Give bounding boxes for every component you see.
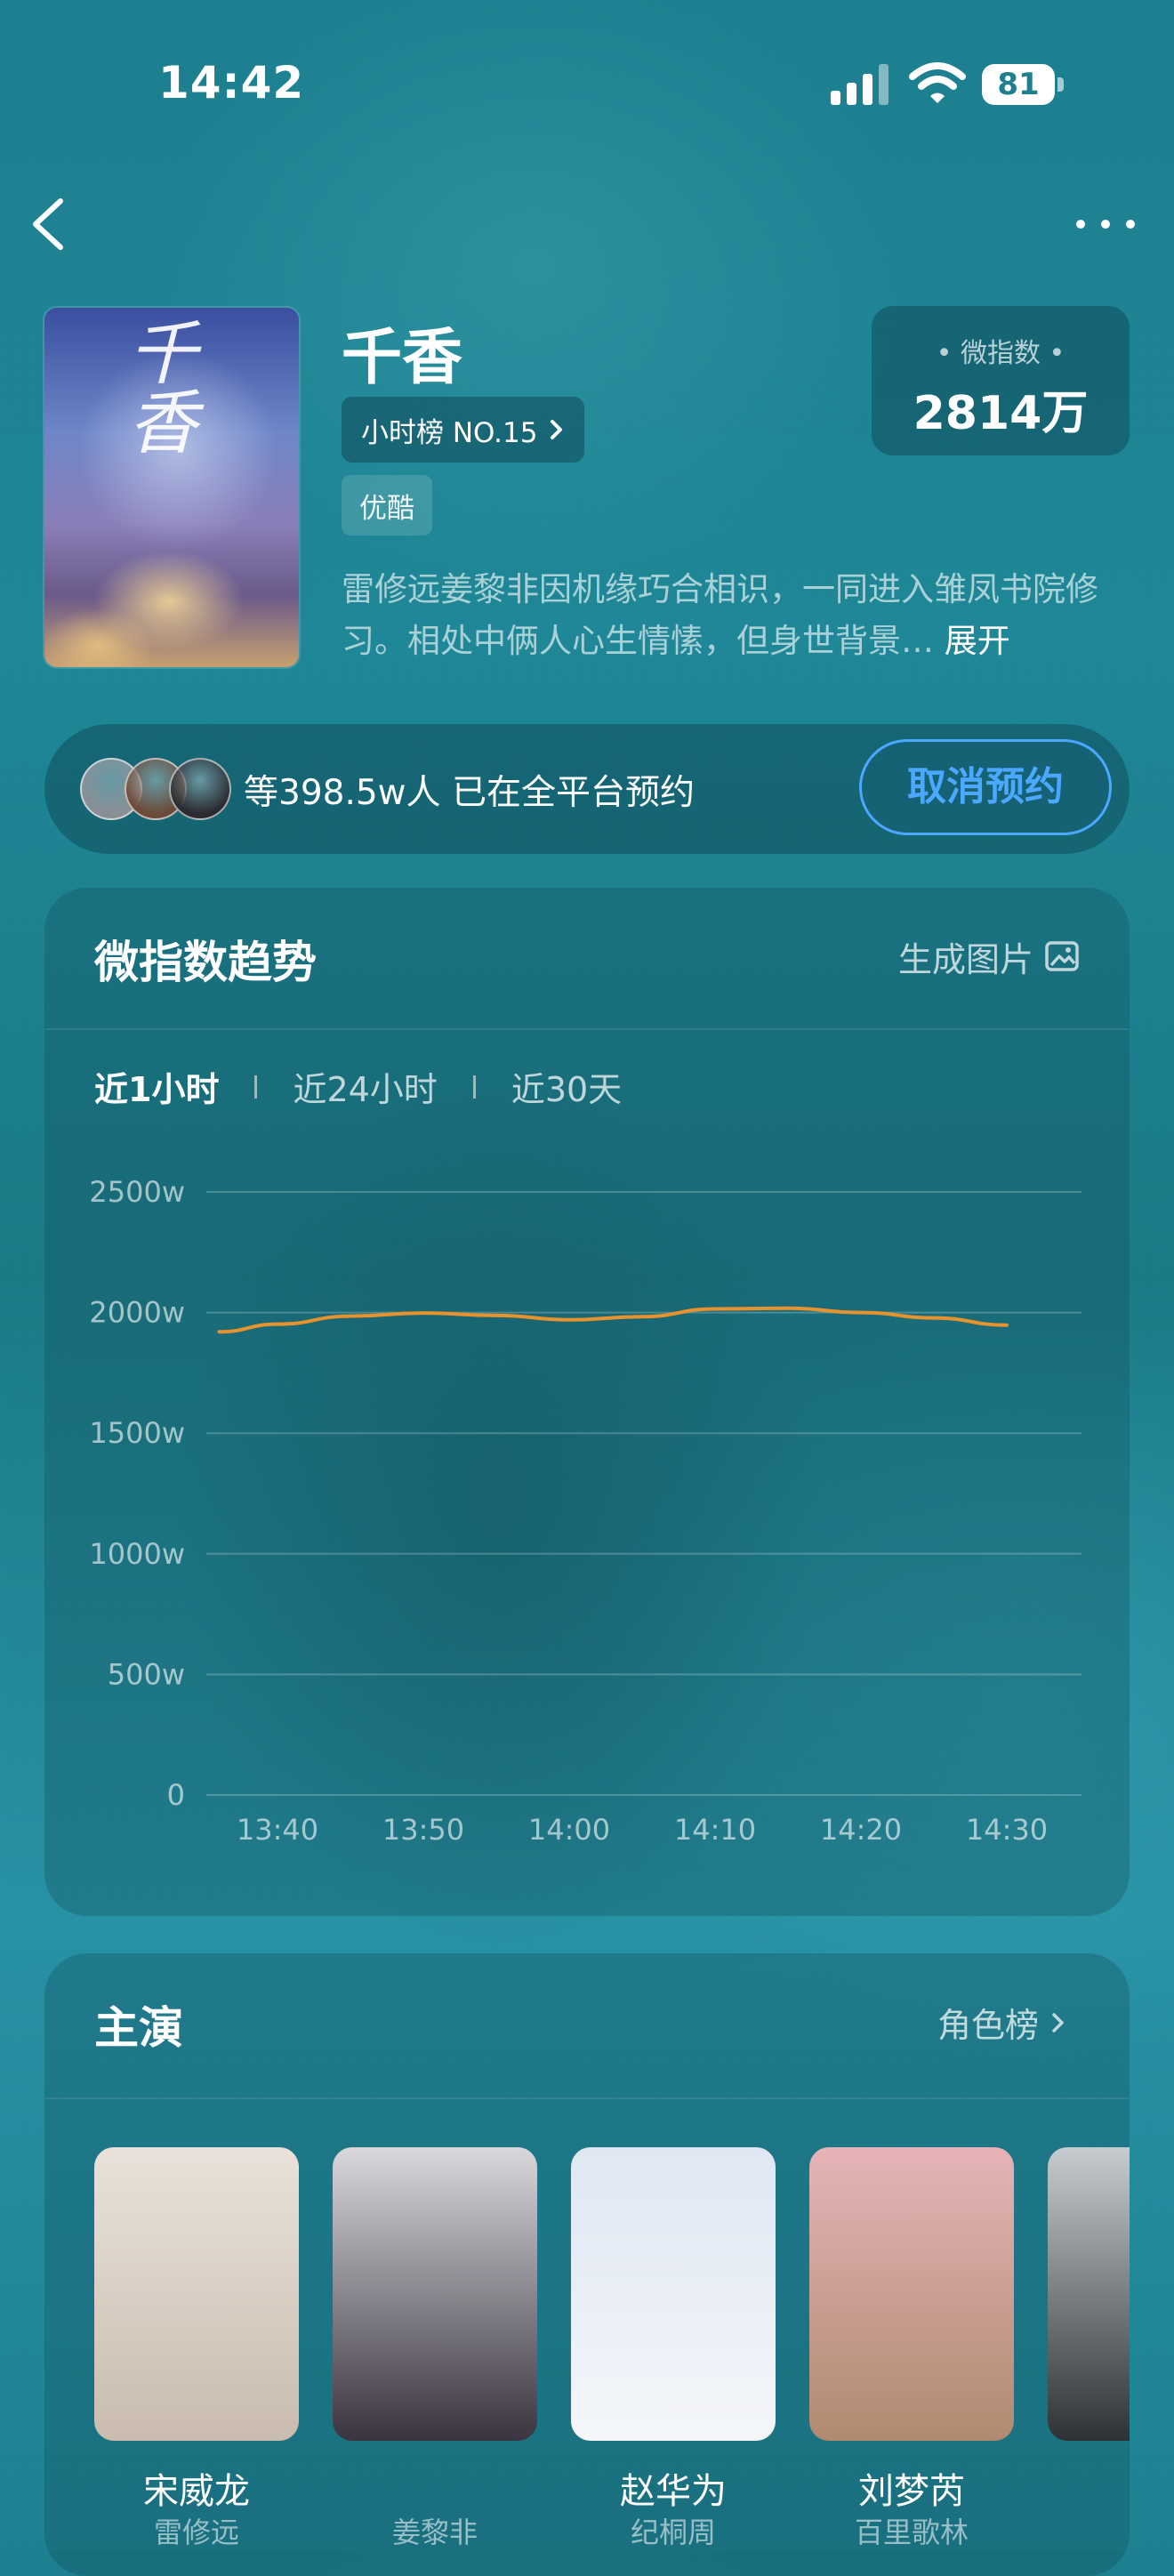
x-tick-label: 14:30 — [966, 1813, 1048, 1847]
show-title: 千香 — [342, 323, 463, 393]
x-tick-label: 14:10 — [674, 1813, 756, 1847]
generate-image-label: 生成图片 — [897, 940, 1033, 979]
cast-photo — [94, 2147, 299, 2441]
cast-name: 刘梦芮 — [858, 2471, 965, 2512]
back-icon[interactable] — [27, 196, 71, 253]
platform-tag: 优酷 — [342, 475, 432, 535]
cast-photo — [571, 2147, 776, 2441]
avatar — [169, 758, 231, 820]
x-tick-label: 13:50 — [382, 1813, 464, 1847]
time-range-tabs: 近1小时 近24小时 近30天 — [94, 1062, 622, 1111]
divider — [44, 2097, 1130, 2099]
cast-role: 百里歌林 — [854, 2516, 969, 2549]
x-tick-label: 13:40 — [237, 1813, 318, 1847]
cast-role: 纪桐周 — [630, 2516, 716, 2549]
cast-photo — [333, 2147, 537, 2441]
cast-name — [333, 2462, 537, 2507]
tab-divider — [254, 1075, 258, 1099]
cast-role: 雷修远 — [153, 2516, 239, 2549]
role-ranking-label: 角色榜 — [937, 2006, 1039, 2045]
cast-member[interactable]: 宋威龙 雷修远 — [94, 2147, 299, 2551]
cast-photo — [809, 2147, 1014, 2441]
battery-level: 81 — [997, 67, 1040, 102]
cast-member[interactable]: 刘梦芮 百里歌林 — [809, 2147, 1014, 2551]
trend-chart: 0 500w 1000w 1500w 2000w 2500w 13:40 13:50 14:00… — [89, 1175, 1082, 1847]
cast-member[interactable]: 赵华为 纪桐周 — [571, 2147, 776, 2551]
role-ranking-link[interactable]: 角色榜 — [937, 1998, 1065, 2047]
rank-chip[interactable]: 小时榜 NO.15 — [342, 397, 584, 463]
rank-label: 小时榜 NO.15 — [361, 416, 538, 449]
cast-title: 主演 — [94, 2002, 183, 2054]
generate-image-button[interactable]: 生成图片 — [898, 932, 1082, 981]
tab-divider — [472, 1075, 476, 1099]
battery-icon: 81 — [982, 64, 1064, 105]
tab-24-hours[interactable]: 近24小时 — [293, 1062, 437, 1111]
cast-name: 张 — [1048, 2462, 1130, 2507]
image-share-icon — [1045, 940, 1079, 971]
trend-card: 微指数趋势 生成图片 近1小时 近24小时 近30天 0 500w 1000w 150… — [44, 888, 1130, 1916]
y-tick-label: 1500w — [89, 1416, 185, 1450]
cast-list: 宋威龙雷修远姜黎非赵华为纪桐周刘梦芮百里歌林张 — [94, 2147, 1130, 2551]
cellular-signal-icon — [831, 64, 889, 105]
cast-role: 姜黎非 — [391, 2516, 478, 2549]
more-options-icon[interactable] — [1076, 210, 1135, 237]
reservation-bar: 等398.5w人 已在全平台预约 取消预约 — [44, 724, 1130, 854]
tab-1-hour[interactable]: 近1小时 — [94, 1062, 219, 1111]
wifi-icon — [909, 62, 966, 103]
cast-member[interactable]: 姜黎非 — [333, 2147, 537, 2551]
cast-photo — [1048, 2147, 1130, 2441]
poster-title: 千香 — [117, 317, 197, 455]
index-value: 2814万 — [913, 387, 1089, 440]
chevron-right-icon — [1052, 2012, 1064, 2033]
y-tick-label: 0 — [167, 1778, 185, 1812]
divider — [44, 1028, 1130, 1030]
y-tick-label: 500w — [108, 1657, 185, 1691]
y-tick-label: 2500w — [89, 1175, 185, 1209]
index-box: • 微指数 • 2814万 — [872, 306, 1130, 455]
cast-name: 宋威龙 — [143, 2471, 250, 2512]
chevron-right-icon — [550, 420, 562, 439]
show-poster[interactable]: 千香 — [44, 308, 299, 667]
cast-card: 主演 角色榜 宋威龙雷修远姜黎非赵华为纪桐周刘梦芮百里歌林张 — [44, 1953, 1130, 2576]
reservation-count: 等398.5w人 已在全平台预约 — [244, 773, 695, 813]
expand-link[interactable]: 展开 — [945, 622, 1010, 660]
cancel-reservation-button[interactable]: 取消预约 — [859, 739, 1112, 835]
cast-name: 赵华为 — [620, 2471, 727, 2512]
trend-title: 微指数趋势 — [94, 937, 317, 988]
show-description[interactable]: 雷修远姜黎非因机缘巧合相识，一同进入雏凤书院修习。相处中俩人心生情愫，但身世背景… — [342, 564, 1124, 667]
tab-30-days[interactable]: 近30天 — [511, 1062, 622, 1111]
x-tick-label: 14:00 — [528, 1813, 610, 1847]
status-time: 14:42 — [158, 57, 305, 109]
y-tick-label: 2000w — [89, 1296, 185, 1330]
cast-member[interactable]: 张 — [1048, 2147, 1130, 2551]
index-label: • 微指数 • — [936, 338, 1065, 369]
x-tick-label: 14:20 — [820, 1813, 902, 1847]
y-tick-label: 1000w — [89, 1537, 185, 1571]
